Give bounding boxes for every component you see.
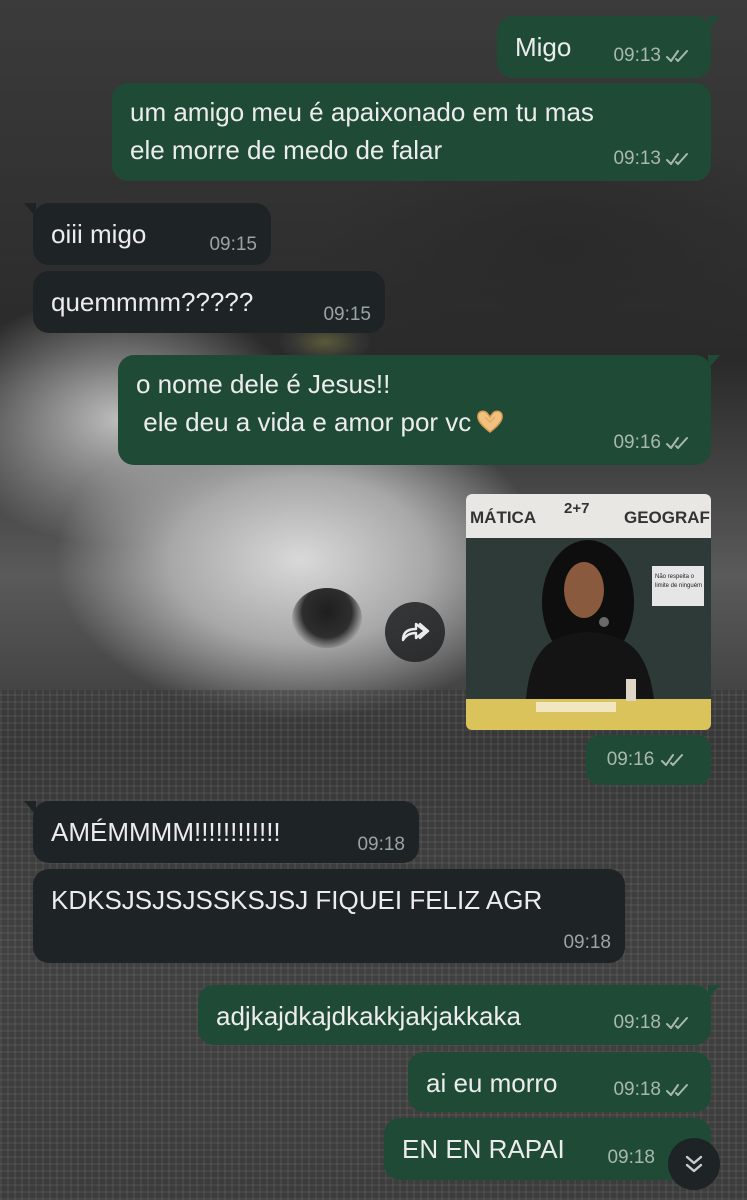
message-bubble-incoming[interactable]: quemmmm????? 09:15 — [33, 271, 385, 333]
gif-thumbnail — [466, 494, 711, 730]
message-meta: 09:16 — [613, 433, 695, 453]
scroll-to-bottom-button[interactable] — [668, 1138, 720, 1190]
message-meta: 09:13 — [613, 46, 695, 66]
message-meta: 09:15 — [209, 235, 257, 255]
message-text: adjkajdkajdkakkjakjakkaka — [216, 1001, 521, 1031]
read-receipt-icon — [666, 50, 688, 62]
sign-text-line2: limite de ninguém — [655, 583, 703, 589]
message-bubble-incoming[interactable]: AMÉMMMM!!!!!!!!!!!! 09:18 — [24, 801, 419, 863]
message-time: 09:18 — [357, 834, 405, 855]
gif-media[interactable]: MÁTICA 2+7 GEOGRAFIA Não respeita o limi… — [466, 494, 711, 730]
message-bubble-outgoing[interactable]: EN EN RAPAI 09:18 — [384, 1118, 711, 1180]
board-text-center: 2+7 — [564, 500, 590, 517]
message-bubble-incoming[interactable]: oiii migo 09:15 — [24, 203, 271, 265]
wallpaper-cat-nose — [292, 588, 362, 648]
message-bubble-outgoing[interactable]: adjkajdkajdkakkjakjakkaka 09:18 — [198, 985, 720, 1045]
message-time: 09:18 — [563, 932, 611, 953]
message-text: AMÉMMMM!!!!!!!!!!!! — [51, 817, 281, 847]
message-time: 09:16 — [606, 749, 655, 770]
message-text: o nome dele é Jesus!! ele deu a vida e a… — [136, 369, 472, 437]
message-bubble-outgoing[interactable]: um amigo meu é apaixonado em tu mas ele … — [112, 83, 711, 181]
message-bubble-outgoing[interactable]: ai eu morro 09:18 — [408, 1052, 711, 1112]
read-receipt-icon — [666, 437, 688, 449]
message-bubble-incoming[interactable]: KDKSJSJSJSSKSJSJ FIQUEI FELIZ AGR 09:18 — [33, 869, 625, 963]
message-meta: 09:13 — [613, 149, 695, 169]
gif-message-meta: 09:16 — [586, 735, 711, 785]
message-text: quemmmm????? — [51, 287, 254, 317]
message-time: 09:15 — [323, 304, 371, 325]
sign-text-line1: Não respeita o — [655, 574, 695, 580]
message-time: 09:18 — [613, 1012, 661, 1033]
message-text: KDKSJSJSJSSKSJSJ FIQUEI FELIZ AGR — [51, 885, 543, 915]
message-text: ai eu morro — [426, 1068, 558, 1098]
message-meta: 09:18 — [563, 933, 611, 953]
message-time: 09:15 — [209, 234, 257, 255]
board-text-right: GEOGRAFIA — [624, 508, 711, 527]
chat-window: Migo 09:13 um amigo meu é apaixonado em … — [0, 0, 747, 1200]
message-text: Migo — [515, 32, 572, 62]
message-bubble-outgoing[interactable]: o nome dele é Jesus!! ele deu a vida e a… — [118, 355, 720, 465]
message-meta: 09:18 — [607, 1148, 655, 1168]
read-receipt-icon — [666, 1017, 688, 1029]
heart-hands-emoji-icon — [477, 410, 504, 433]
message-meta: 09:18 — [357, 835, 405, 855]
forward-button[interactable] — [385, 602, 445, 662]
message-meta: 09:18 — [613, 1080, 695, 1100]
message-text: um amigo meu é apaixonado em tu mas ele … — [130, 97, 594, 165]
message-meta: 09:15 — [323, 305, 371, 325]
message-time: 09:13 — [613, 45, 661, 66]
message-time: 09:16 — [613, 432, 661, 453]
message-meta: 09:18 — [613, 1013, 695, 1033]
read-receipt-icon — [666, 153, 688, 165]
message-time: 09:13 — [613, 148, 661, 169]
board-text-left: MÁTICA — [470, 508, 537, 527]
forward-icon — [401, 622, 430, 642]
message-text: EN EN RAPAI — [402, 1134, 565, 1164]
read-receipt-icon — [666, 1084, 688, 1096]
message-time: 09:18 — [607, 1147, 655, 1168]
message-bubble-outgoing[interactable]: Migo 09:13 — [497, 16, 720, 78]
message-time: 09:18 — [613, 1079, 661, 1100]
double-chevron-down-icon — [685, 1155, 703, 1173]
message-text: oiii migo — [51, 219, 147, 249]
read-receipt-icon — [661, 754, 684, 766]
